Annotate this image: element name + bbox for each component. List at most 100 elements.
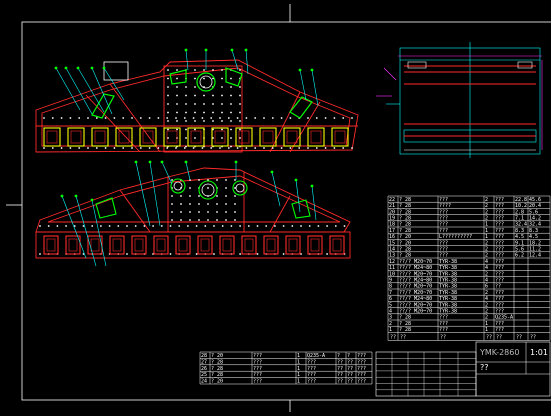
bolt-hole bbox=[185, 137, 187, 139]
title-block-cell: ??? bbox=[307, 379, 316, 385]
leader-balloon bbox=[310, 68, 314, 72]
title-block-cell: ? bbox=[347, 353, 350, 359]
bolt-hole bbox=[169, 253, 172, 255]
bolt-hole bbox=[171, 219, 173, 221]
bolt-hole bbox=[194, 77, 196, 80]
leader-balloon bbox=[204, 48, 208, 52]
bolt-hole bbox=[192, 147, 195, 149]
bolt-hole bbox=[87, 147, 89, 149]
title-block-cell: 1 bbox=[297, 372, 300, 378]
bolt-hole bbox=[326, 225, 328, 227]
bolt-hole bbox=[189, 219, 191, 221]
bolt-hole bbox=[113, 147, 116, 149]
bolt-hole bbox=[180, 195, 182, 197]
title-block-cell: ?? bbox=[337, 372, 343, 378]
bolt-hole bbox=[126, 225, 128, 227]
bolt-hole bbox=[167, 94, 169, 97]
bolt-hole bbox=[225, 203, 227, 205]
bolt-hole bbox=[117, 225, 120, 227]
bolt-hole bbox=[236, 147, 239, 149]
bolt-hole bbox=[148, 147, 151, 149]
bolt-hole bbox=[236, 117, 239, 119]
bolt-hole bbox=[60, 147, 63, 149]
bolt-hole bbox=[104, 147, 107, 149]
bolt-hole bbox=[187, 225, 189, 227]
leader-balloon bbox=[134, 160, 138, 164]
bolt-hole bbox=[176, 128, 178, 131]
bolt-hole bbox=[183, 117, 186, 119]
bolt-hole bbox=[180, 203, 182, 205]
bolt-hole bbox=[216, 203, 218, 205]
bolt-hole bbox=[171, 211, 173, 213]
bolt-hole bbox=[194, 94, 196, 97]
bolt-hole bbox=[216, 219, 218, 221]
bolt-hole bbox=[204, 225, 207, 227]
bolt-hole bbox=[308, 225, 311, 227]
title-block-cell: 1 bbox=[297, 359, 300, 365]
bolt-hole bbox=[324, 117, 327, 119]
bolt-hole bbox=[47, 225, 50, 227]
title-block-cell: ?? bbox=[347, 359, 353, 365]
title-block-cell: ?_28 bbox=[211, 372, 223, 378]
bolt-hole bbox=[221, 137, 223, 139]
title-block-cell: ??? bbox=[357, 372, 366, 378]
bolt-hole bbox=[298, 147, 301, 149]
leader-balloon bbox=[148, 160, 152, 164]
leader-balloon bbox=[244, 48, 248, 52]
title-block-cell: 28 bbox=[201, 353, 207, 359]
parts-table-header: ?? bbox=[440, 334, 446, 340]
bolt-hole bbox=[221, 103, 223, 105]
bolt-hole bbox=[219, 147, 221, 149]
bolt-hole bbox=[185, 128, 187, 131]
bolt-hole bbox=[221, 120, 223, 122]
bolt-hole bbox=[274, 225, 276, 227]
bolt-hole bbox=[180, 211, 182, 213]
bolt-hole bbox=[131, 147, 133, 149]
bolt-hole bbox=[78, 147, 81, 149]
bolt-hole bbox=[230, 111, 232, 114]
leader-balloon bbox=[102, 66, 106, 70]
bolt-hole bbox=[225, 179, 227, 181]
cad-drawing-canvas: 22 ?_28??? 2??? 22.8 45.621 ?_28???? 2??? 10.2 2… bbox=[0, 0, 551, 416]
bolt-hole bbox=[194, 86, 196, 88]
leader-balloon bbox=[64, 66, 68, 70]
bolt-hole bbox=[225, 211, 227, 213]
leader-balloon bbox=[294, 178, 298, 182]
bolt-hole bbox=[157, 147, 160, 149]
bolt-hole bbox=[139, 117, 142, 119]
bolt-hole bbox=[167, 103, 169, 105]
bolt-hole bbox=[207, 219, 209, 221]
bolt-hole bbox=[239, 253, 242, 255]
bolt-hole bbox=[134, 225, 137, 227]
bolt-hole bbox=[221, 69, 223, 71]
bolt-hole bbox=[176, 69, 178, 71]
bolt-hole bbox=[263, 117, 265, 119]
bolt-hole bbox=[201, 117, 204, 119]
leader-balloon bbox=[234, 160, 238, 164]
title-block-cell: 26 bbox=[201, 366, 207, 372]
bolt-hole bbox=[216, 179, 218, 181]
bolt-hole bbox=[195, 225, 198, 227]
bolt-hole bbox=[175, 117, 177, 119]
bolt-hole bbox=[60, 117, 63, 119]
bolt-hole bbox=[239, 103, 241, 105]
bolt-hole bbox=[239, 120, 241, 122]
bolt-hole bbox=[51, 117, 54, 119]
bolt-hole bbox=[265, 225, 268, 227]
bolt-hole bbox=[143, 225, 146, 227]
bolt-hole bbox=[203, 69, 205, 71]
bolt-hole bbox=[300, 225, 302, 227]
bolt-hole bbox=[203, 94, 205, 97]
bolt-hole bbox=[69, 147, 72, 149]
bolt-hole bbox=[333, 147, 336, 149]
bolt-hole bbox=[342, 147, 345, 149]
bolt-hole bbox=[216, 195, 218, 197]
bolt-hole bbox=[230, 128, 232, 131]
bolt-hole bbox=[239, 128, 241, 131]
bolt-hole bbox=[213, 253, 215, 255]
bolt-hole bbox=[157, 117, 160, 119]
title-block-cell: ??? bbox=[357, 379, 366, 385]
bolt-hole bbox=[225, 219, 227, 221]
bolt-hole bbox=[216, 211, 218, 213]
bolt-hole bbox=[212, 111, 214, 114]
